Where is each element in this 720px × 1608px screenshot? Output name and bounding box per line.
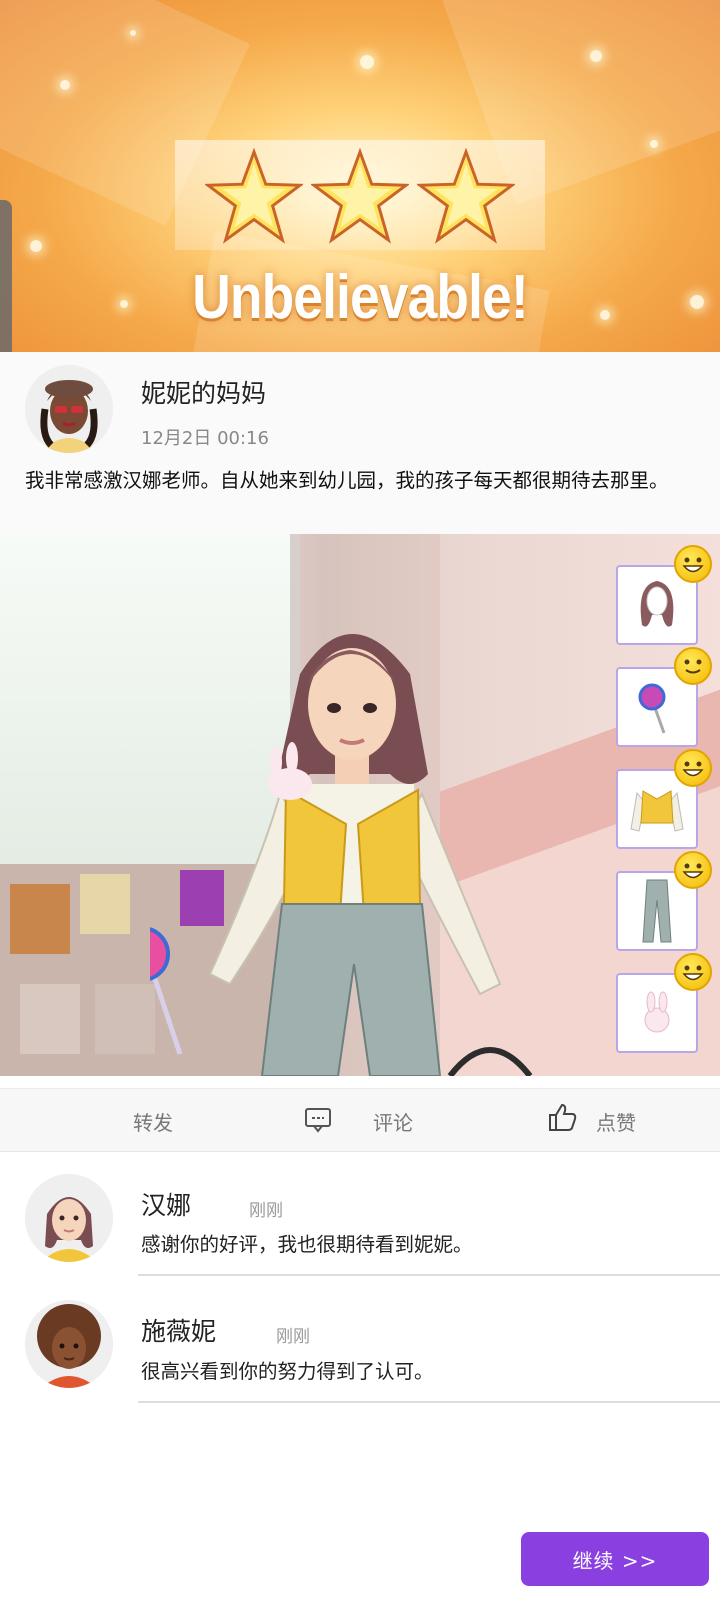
comment-icon[interactable] <box>304 1107 332 1133</box>
result-banner: Unbelievable! <box>0 0 720 352</box>
rating-stars <box>205 148 515 248</box>
author-name[interactable]: 妮妮的妈妈 <box>141 374 266 410</box>
banner-title: Unbelievable! <box>192 263 528 332</box>
commenter-name[interactable]: 汉娜 <box>141 1186 191 1222</box>
commenter-name[interactable]: 施薇妮 <box>141 1312 216 1348</box>
grin-emoji-icon <box>674 749 712 787</box>
post-timestamp: 12月2日 00:16 <box>141 428 269 449</box>
commenter-avatar <box>25 1300 113 1388</box>
vest-top-icon <box>630 790 684 832</box>
jeans-icon <box>642 879 672 943</box>
grin-emoji-icon <box>674 545 712 583</box>
grin-emoji-icon <box>674 851 712 889</box>
comment-text: 很高兴看到你的努力得到了认可。 <box>141 1360 434 1383</box>
smile-emoji-icon <box>674 647 712 685</box>
post-actions-bar: 转发 评论 点赞 <box>0 1088 720 1152</box>
thumbs-up-icon[interactable] <box>546 1101 578 1133</box>
side-drawer-handle[interactable] <box>0 200 12 358</box>
comment-button[interactable]: 评论 <box>373 1107 413 1136</box>
comment-text: 感谢你的好评，我也很期待看到妮妮。 <box>141 1233 473 1256</box>
share-button[interactable]: 转发 <box>133 1107 173 1136</box>
post-text: 我非常感激汉娜老师。自从她来到幼儿园，我的孩子每天都很期待去那里。 <box>25 469 669 492</box>
like-button[interactable]: 点赞 <box>596 1107 636 1136</box>
hair-icon <box>640 581 674 627</box>
star-icon <box>417 148 515 244</box>
comment-divider <box>138 1274 720 1276</box>
dressed-character <box>150 634 533 1076</box>
author-avatar <box>25 365 113 453</box>
continue-button[interactable]: 继续 >> <box>521 1532 709 1586</box>
comment-time: 刚刚 <box>249 1201 283 1221</box>
lollipop-icon <box>638 683 666 734</box>
outfit-scene <box>0 534 720 1076</box>
star-icon <box>311 148 409 244</box>
comment-time: 刚刚 <box>276 1327 310 1347</box>
grin-emoji-icon <box>674 953 712 991</box>
comment-divider <box>138 1401 720 1403</box>
commenter-avatar <box>25 1174 113 1262</box>
post-card: 妮妮的妈妈 12月2日 00:16 我非常感激汉娜老师。自从她来到幼儿园，我的孩… <box>0 352 720 534</box>
star-icon <box>205 148 303 244</box>
bunny-icon <box>644 991 670 1033</box>
